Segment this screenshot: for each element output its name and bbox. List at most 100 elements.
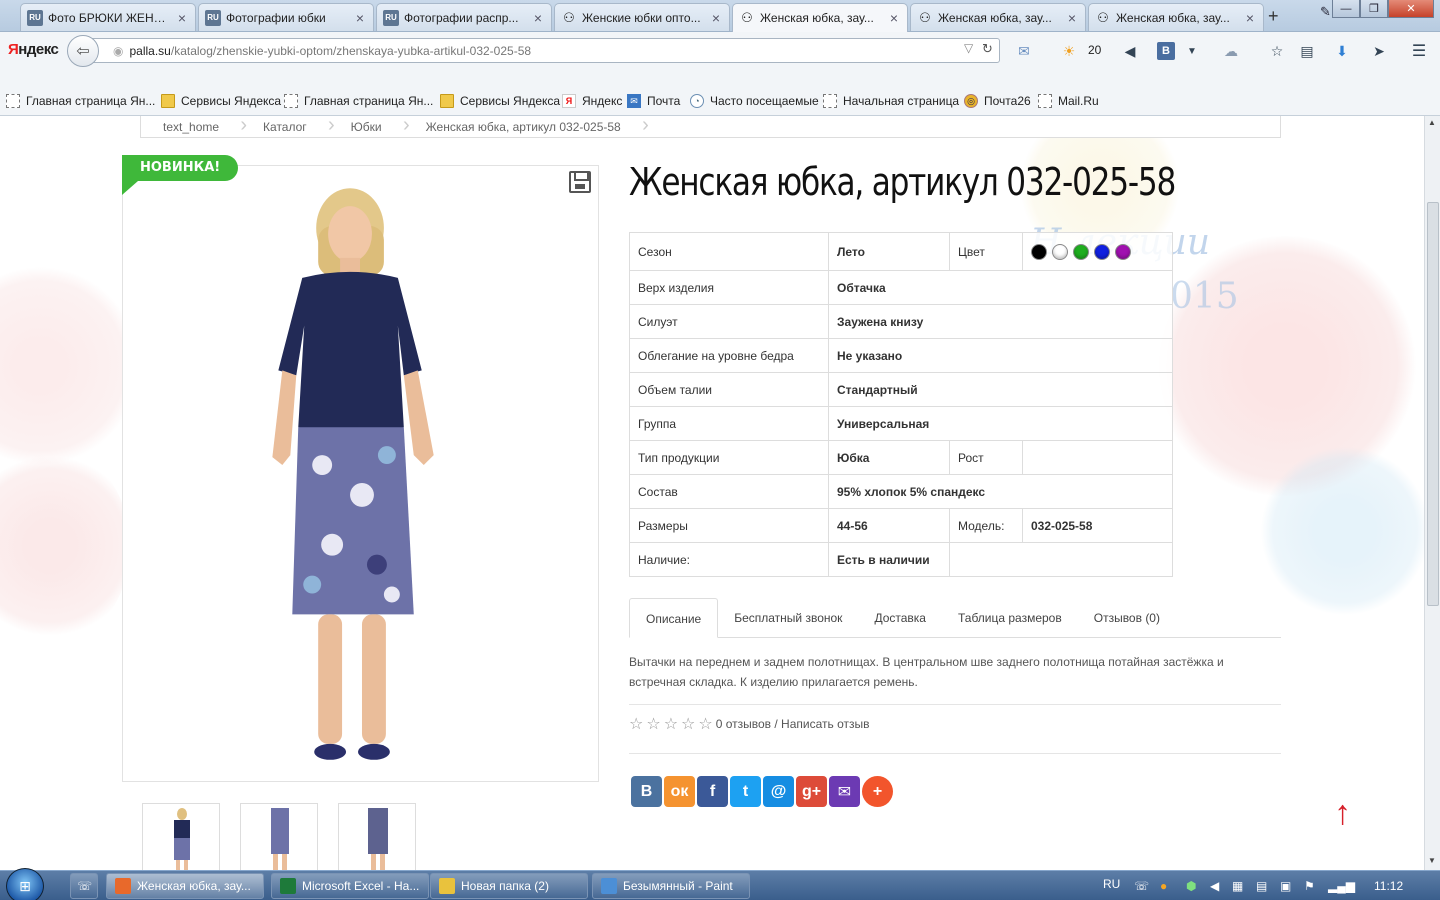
- scroll-up-icon[interactable]: ▲: [1428, 118, 1436, 127]
- send-icon[interactable]: ➤: [1370, 42, 1388, 60]
- start-button[interactable]: ⊞: [6, 868, 44, 900]
- mailru-share-icon[interactable]: @: [763, 776, 794, 807]
- download-icon[interactable]: ⬇: [1333, 42, 1351, 60]
- browser-tab[interactable]: ⚇ Женские юбки опто... ×: [554, 3, 730, 31]
- star-icon[interactable]: ☆: [698, 714, 712, 734]
- tab-delivery[interactable]: Доставка: [858, 598, 942, 638]
- weather-icon[interactable]: ☀: [1060, 42, 1078, 60]
- taskbar-item[interactable]: Новая папка (2): [430, 873, 588, 899]
- taskbar-item[interactable]: Microsoft Excel - На...: [271, 873, 429, 899]
- cloud-icon[interactable]: ☁: [1222, 42, 1240, 60]
- close-icon[interactable]: ×: [887, 10, 901, 26]
- bookmark-item[interactable]: Главная страница Ян...: [6, 94, 155, 108]
- tray-display-icon[interactable]: ▣: [1280, 879, 1291, 893]
- browser-tab[interactable]: RU Фотографии распр... ×: [376, 3, 552, 31]
- reload-icon[interactable]: ↻: [982, 41, 993, 57]
- vk-share-icon[interactable]: В: [631, 776, 662, 807]
- color-swatch[interactable]: [1094, 243, 1110, 260]
- page-scrollbar[interactable]: ▲ ▼: [1424, 116, 1440, 870]
- chevron-down-icon[interactable]: ▼: [1183, 42, 1201, 60]
- minimize-button[interactable]: —: [1332, 0, 1360, 18]
- more-share-icon[interactable]: +: [862, 776, 893, 807]
- product-thumbnail[interactable]: [142, 803, 220, 870]
- clock[interactable]: 11:12: [1374, 879, 1403, 893]
- browser-tab[interactable]: RU Фото БРЮКИ ЖЕНС... ×: [20, 3, 196, 31]
- star-icon[interactable]: ☆: [664, 714, 678, 734]
- scroll-thumb[interactable]: [1427, 202, 1439, 606]
- yandex-logo[interactable]: Яндекс: [8, 41, 59, 58]
- new-tab-button[interactable]: +: [1268, 6, 1279, 27]
- browser-tab[interactable]: RU Фотографии юбки ×: [198, 3, 374, 31]
- close-icon[interactable]: ×: [1065, 10, 1079, 26]
- breadcrumb-catalog[interactable]: Каталог: [241, 116, 334, 137]
- scroll-down-icon[interactable]: ▼: [1428, 856, 1436, 865]
- breadcrumb-home[interactable]: text_home: [141, 116, 247, 137]
- twitter-share-icon[interactable]: t: [730, 776, 761, 807]
- bookmark-item[interactable]: ◎ Почта26: [964, 94, 1031, 108]
- taskbar-item[interactable]: Женская юбка, зау...: [106, 873, 264, 899]
- color-swatch[interactable]: [1052, 243, 1068, 260]
- close-icon[interactable]: ×: [175, 10, 189, 26]
- tab-list-icon[interactable]: ✎: [1320, 4, 1331, 20]
- product-thumbnail[interactable]: [240, 803, 318, 870]
- language-indicator[interactable]: RU: [1103, 877, 1120, 891]
- tab-free-call[interactable]: Бесплатный звонок: [718, 598, 858, 638]
- tab-size-chart[interactable]: Таблица размеров: [942, 598, 1078, 638]
- browser-tab[interactable]: ⚇ Женская юбка, зау... ×: [910, 3, 1086, 31]
- tab-reviews[interactable]: Отзывов (0): [1078, 598, 1176, 638]
- flower-decor: [0, 446, 130, 646]
- googleplus-share-icon[interactable]: g+: [796, 776, 827, 807]
- email-share-icon[interactable]: ✉: [829, 776, 860, 807]
- star-icon[interactable]: ☆: [646, 714, 660, 734]
- mail-icon[interactable]: ✉: [1015, 42, 1033, 60]
- close-window-button[interactable]: ✕: [1388, 0, 1434, 18]
- star-icon[interactable]: ☆: [1268, 42, 1286, 60]
- color-swatch[interactable]: [1031, 243, 1047, 260]
- viber-tray-icon[interactable]: ☏: [1134, 879, 1149, 893]
- bookmark-item[interactable]: Я Яндекс: [562, 94, 622, 108]
- clipboard-icon[interactable]: ▤: [1298, 42, 1316, 60]
- browser-tab[interactable]: ⚇ Женская юбка, зау... ×: [732, 3, 908, 32]
- close-icon[interactable]: ×: [1243, 10, 1257, 26]
- speaker-icon[interactable]: ◀: [1121, 42, 1139, 60]
- scroll-to-top-icon[interactable]: ↑: [1334, 794, 1351, 833]
- product-image-box[interactable]: [122, 165, 599, 782]
- close-icon[interactable]: ×: [353, 10, 367, 26]
- breadcrumb-skirts[interactable]: Юбки: [329, 116, 410, 137]
- volume-icon[interactable]: ◀: [1210, 879, 1219, 893]
- reviews-link[interactable]: 0 отзывов / Написать отзыв: [716, 717, 870, 731]
- tray-monitor-icon[interactable]: ▦: [1232, 879, 1243, 893]
- bookmark-item[interactable]: ◔ Часто посещаемые: [690, 94, 819, 108]
- star-icon[interactable]: ☆: [629, 714, 643, 734]
- product-thumbnail[interactable]: [338, 803, 416, 870]
- bookmark-item[interactable]: Сервисы Яндекса: [161, 94, 281, 108]
- dropdown-arrow-icon[interactable]: ▽: [964, 41, 973, 55]
- star-icon[interactable]: ☆: [681, 714, 695, 734]
- bookmark-item[interactable]: Mail.Ru: [1038, 94, 1099, 108]
- tray-shield-icon[interactable]: ⬢: [1186, 879, 1196, 893]
- vk-icon[interactable]: В: [1157, 42, 1175, 60]
- menu-icon[interactable]: ☰: [1410, 42, 1428, 60]
- color-swatch[interactable]: [1115, 243, 1131, 260]
- bookmark-item[interactable]: Сервисы Яндекса: [440, 94, 560, 108]
- bookmark-item[interactable]: Главная страница Ян...: [284, 94, 433, 108]
- tray-app-icon[interactable]: ●: [1160, 879, 1167, 893]
- browser-tab[interactable]: ⚇ Женская юбка, зау... ×: [1088, 3, 1264, 31]
- save-icon[interactable]: [569, 171, 591, 193]
- network-signal-icon[interactable]: ▂▄▆: [1328, 879, 1355, 893]
- taskbar-item[interactable]: Безымянный - Paint: [592, 873, 750, 899]
- maximize-button[interactable]: ❐: [1360, 0, 1388, 18]
- address-bar[interactable]: ◉ palla.su/katalog/zhenskie-yubki-optom/…: [92, 38, 1000, 63]
- close-icon[interactable]: ×: [531, 10, 545, 26]
- color-swatch[interactable]: [1073, 243, 1089, 260]
- facebook-share-icon[interactable]: f: [697, 776, 728, 807]
- close-icon[interactable]: ×: [709, 10, 723, 26]
- back-button[interactable]: ⇦: [67, 35, 99, 67]
- tray-clipboard-icon[interactable]: ▤: [1256, 879, 1267, 893]
- viber-pinned-icon[interactable]: ☏: [70, 873, 98, 899]
- tray-flag-icon[interactable]: ⚑: [1304, 879, 1315, 893]
- bookmark-item[interactable]: Начальная страница: [823, 94, 959, 108]
- bookmark-item[interactable]: ✉ Почта: [627, 94, 680, 108]
- odnoklassniki-share-icon[interactable]: ок: [664, 776, 695, 807]
- tab-description[interactable]: Описание: [629, 598, 719, 638]
